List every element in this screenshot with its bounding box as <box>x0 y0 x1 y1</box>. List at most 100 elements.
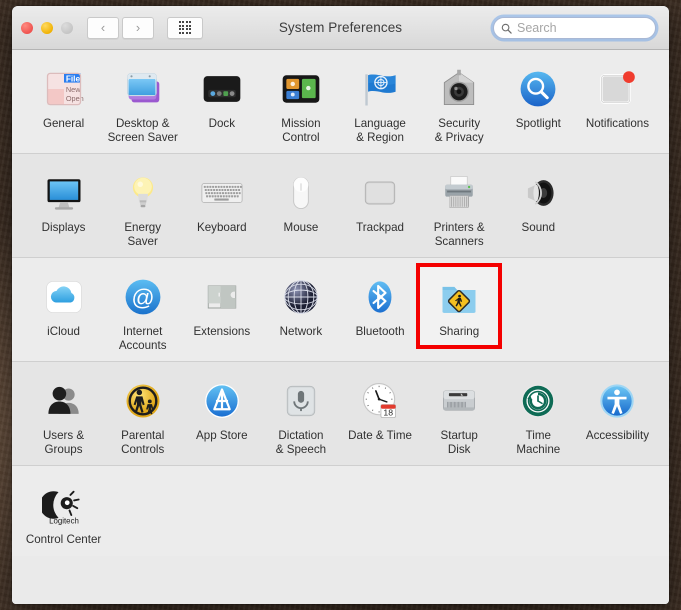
pref-pane-label-spotlight: Spotlight <box>515 117 561 130</box>
pref-pane-label-displays: Displays <box>41 221 86 234</box>
pref-pane-timemachine[interactable]: Time Machine <box>499 373 578 456</box>
pref-pane-energy[interactable]: Energy Saver <box>103 165 182 248</box>
pref-pane-notifications[interactable]: Notifications <box>578 61 657 144</box>
chevron-right-icon: › <box>135 20 141 35</box>
pref-pane-label-accessibility: Accessibility <box>585 429 649 442</box>
pref-pane-mission[interactable]: Mission Control <box>261 61 340 144</box>
pref-pane-label-sharing: Sharing <box>439 325 480 338</box>
search-icon <box>501 23 512 34</box>
sound-icon <box>514 169 562 217</box>
pref-pane-label-network: Network <box>279 325 323 338</box>
forward-button[interactable]: › <box>122 16 154 39</box>
show-all-button[interactable] <box>167 16 203 39</box>
security-privacy-icon <box>435 65 483 113</box>
search-field[interactable]: ✕ <box>493 17 669 39</box>
pref-pane-label-general: General <box>42 117 85 130</box>
printers-scanners-icon <box>435 169 483 217</box>
chevron-left-icon: ‹ <box>100 20 106 35</box>
pref-pane-network[interactable]: Network <box>261 269 340 352</box>
spotlight-icon <box>514 65 562 113</box>
pref-pane-logitech[interactable]: Logitech Control Center <box>24 477 103 547</box>
displays-icon <box>40 169 88 217</box>
pref-pane-bluetooth[interactable]: Bluetooth <box>341 269 420 352</box>
pref-pane-sharing[interactable]: Sharing <box>420 269 499 352</box>
pref-pane-label-parental: Parental Controls <box>121 429 165 456</box>
time-machine-icon <box>514 377 562 425</box>
notifications-icon <box>593 65 641 113</box>
pane-row-5: Logitech Control Center <box>12 466 669 556</box>
pref-pane-parental[interactable]: Parental Controls <box>103 373 182 456</box>
pref-pane-keyboard[interactable]: Keyboard <box>182 165 261 248</box>
mouse-icon <box>277 169 325 217</box>
zoom-button[interactable] <box>61 21 73 34</box>
traffic-lights <box>21 21 73 34</box>
pref-pane-label-dock: Dock <box>208 117 236 130</box>
pref-pane-label-sound: Sound <box>521 221 556 234</box>
dock-icon <box>198 65 246 113</box>
extensions-icon <box>198 273 246 321</box>
pref-pane-appstore[interactable]: App Store <box>182 373 261 456</box>
icloud-icon <box>40 273 88 321</box>
pref-pane-label-trackpad: Trackpad <box>356 221 405 234</box>
pref-pane-general[interactable]: File New Open General <box>24 61 103 144</box>
pref-pane-label-mouse: Mouse <box>283 221 319 234</box>
pref-pane-label-keyboard: Keyboard <box>196 221 247 234</box>
close-button[interactable] <box>21 21 33 34</box>
pref-pane-users[interactable]: Users & Groups <box>24 373 103 456</box>
pref-pane-dictation[interactable]: Dictation & Speech <box>261 373 340 456</box>
logitech-wordmark: Logitech <box>49 516 79 525</box>
logitech-icon: Logitech <box>40 481 88 529</box>
pref-pane-trackpad[interactable]: Trackpad <box>341 165 420 248</box>
grid-dots-icon <box>178 21 192 34</box>
pref-pane-sound[interactable]: Sound <box>499 165 578 248</box>
pref-pane-language[interactable]: Language & Region <box>341 61 420 144</box>
pane-row-4: Users & Groups Parental Controls App Sto… <box>12 362 669 466</box>
parental-controls-icon <box>119 377 167 425</box>
pref-pane-label-logitech: Control Center <box>25 533 102 546</box>
desktop-screensaver-icon <box>119 65 167 113</box>
pref-pane-icloud[interactable]: iCloud <box>24 269 103 352</box>
system-preferences-window: ‹ › System Preferences ✕ <box>12 6 669 604</box>
pref-pane-label-users: Users & Groups <box>42 429 85 456</box>
pref-pane-label-bluetooth: Bluetooth <box>355 325 405 338</box>
pref-pane-internet[interactable]: @ Internet Accounts <box>103 269 182 352</box>
pref-pane-desktop[interactable]: Desktop & Screen Saver <box>103 61 182 144</box>
date-time-icon: 18 <box>356 377 404 425</box>
sharing-icon <box>435 273 483 321</box>
pref-pane-mouse[interactable]: Mouse <box>261 165 340 248</box>
pref-pane-label-icloud: iCloud <box>47 325 80 338</box>
minimize-button[interactable] <box>41 21 53 34</box>
window-titlebar: ‹ › System Preferences ✕ <box>12 6 669 50</box>
search-input[interactable] <box>517 21 669 35</box>
general-icon: File New Open <box>40 65 88 113</box>
users-groups-icon <box>40 377 88 425</box>
pref-pane-spotlight[interactable]: Spotlight <box>499 61 578 144</box>
pref-pane-security[interactable]: Security & Privacy <box>420 61 499 144</box>
startup-disk-icon <box>435 377 483 425</box>
pref-pane-accessibility[interactable]: Accessibility <box>578 373 657 456</box>
pref-pane-label-energy: Energy Saver <box>124 221 162 248</box>
bluetooth-icon <box>356 273 404 321</box>
pref-pane-label-dictation: Dictation & Speech <box>275 429 327 456</box>
back-button[interactable]: ‹ <box>87 16 119 39</box>
pref-pane-label-datetime: Date & Time <box>348 429 412 442</box>
pref-pane-printers[interactable]: Printers & Scanners <box>420 165 499 248</box>
pref-pane-label-mission: Mission Control <box>281 117 321 144</box>
pref-pane-label-appstore: App Store <box>196 429 248 442</box>
dictation-speech-icon <box>277 377 325 425</box>
pref-pane-label-language: Language & Region <box>354 117 406 144</box>
pref-pane-extensions[interactable]: Extensions <box>182 269 261 352</box>
pref-pane-label-printers: Printers & Scanners <box>433 221 485 248</box>
pref-pane-label-security: Security & Privacy <box>434 117 484 144</box>
trackpad-icon <box>356 169 404 217</box>
accessibility-icon <box>593 377 641 425</box>
pref-pane-displays[interactable]: Displays <box>24 165 103 248</box>
language-region-icon <box>356 65 404 113</box>
pref-pane-label-notifications: Notifications <box>585 117 650 130</box>
pref-pane-label-extensions: Extensions <box>193 325 251 338</box>
pref-pane-dock[interactable]: Dock <box>182 61 261 144</box>
pref-pane-startupdisk[interactable]: Startup Disk <box>420 373 499 456</box>
pref-pane-datetime[interactable]: 18 Date & Time <box>341 373 420 456</box>
internet-accounts-icon: @ <box>119 273 167 321</box>
energy-saver-icon <box>119 169 167 217</box>
